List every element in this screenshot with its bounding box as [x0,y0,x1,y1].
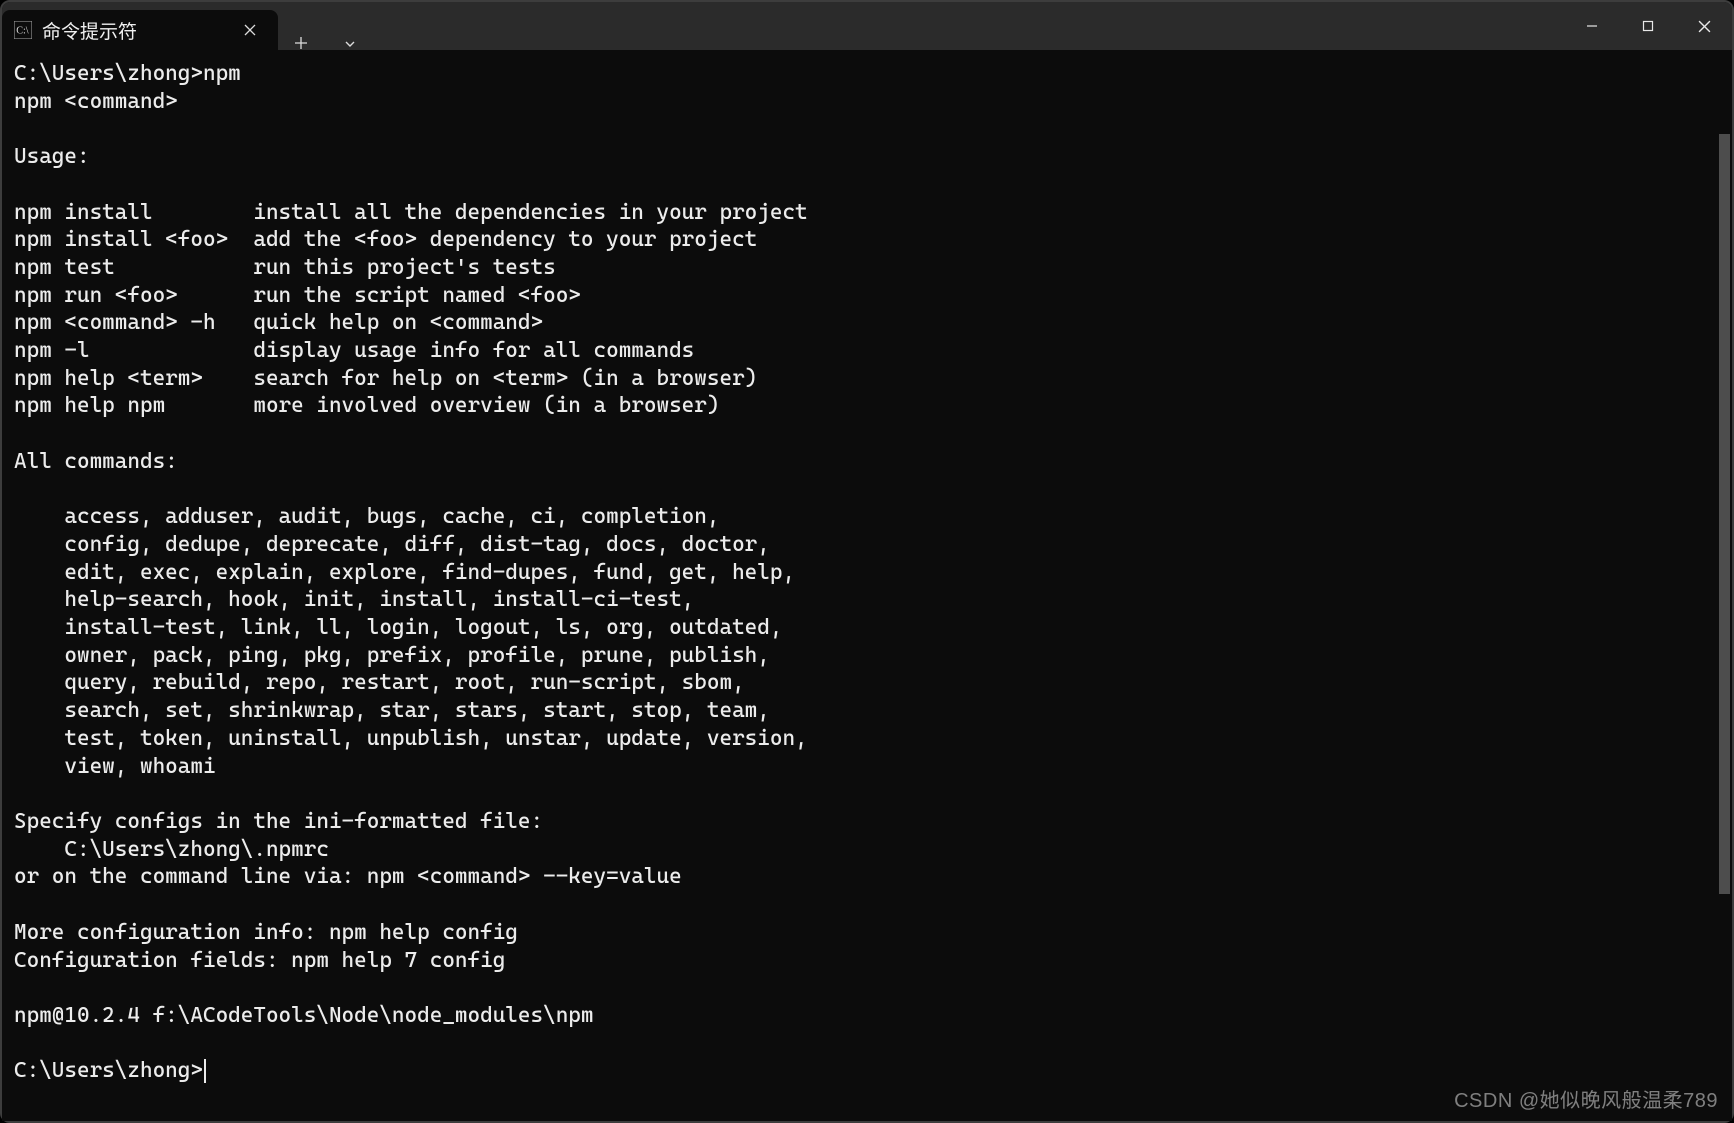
tab-active[interactable]: C:\ 命令提示符 [2,10,278,50]
window-close-button[interactable] [1676,2,1732,50]
text-cursor [204,1059,206,1083]
terminal-output[interactable]: C:\Users\zhong>npm npm <command> Usage: … [2,50,1732,1121]
maximize-button[interactable] [1620,2,1676,50]
titlebar: C:\ 命令提示符 [2,2,1732,50]
svg-text:C:\: C:\ [16,25,29,36]
minimize-button[interactable] [1564,2,1620,50]
maximize-icon [1642,20,1654,32]
window: C:\ 命令提示符 [0,0,1734,1123]
terminal-text: C:\Users\zhong>npm npm <command> Usage: … [14,61,808,1028]
tab-strip: C:\ 命令提示符 [2,2,1564,50]
minimize-icon [1586,20,1598,32]
terminal-prompt: C:\Users\zhong> [14,1058,203,1083]
plus-icon [294,36,308,50]
scrollbar-thumb[interactable] [1719,134,1730,894]
close-icon [1698,20,1711,33]
tab-dropdown-button[interactable] [328,38,372,50]
chevron-down-icon [344,38,356,50]
cmd-icon: C:\ [14,21,32,39]
tab-title: 命令提示符 [42,17,226,44]
close-icon [244,24,256,36]
new-tab-button[interactable] [278,36,323,50]
window-controls [1564,2,1732,50]
scrollbar[interactable] [1716,54,1730,1115]
tab-close-button[interactable] [236,16,264,44]
